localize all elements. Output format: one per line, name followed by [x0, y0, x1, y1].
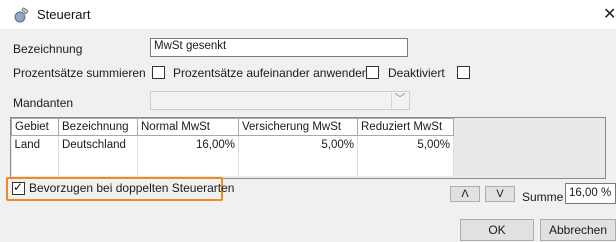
summe-field: 16,00 %: [565, 183, 616, 204]
chevron-down-icon[interactable]: ﹀: [391, 93, 408, 108]
close-icon[interactable]: ✕: [603, 4, 616, 24]
table-header-row: Gebiet Bezeichnung Normal MwSt Versicher…: [11, 118, 454, 136]
table-row-empty: [11, 153, 454, 176]
title-bar: Steuerart ✕: [0, 0, 616, 30]
cell-bezeichnung[interactable]: Deutschland: [58, 135, 138, 154]
deaktiviert-label: Deaktiviert: [388, 66, 445, 80]
aufeinander-label: Prozentsätze aufeinander anwenden: [173, 66, 369, 80]
mandanten-label: Mandanten: [13, 96, 74, 110]
ok-button[interactable]: OK: [460, 219, 534, 241]
prozentsaetze-summieren-label: Prozentsätze summieren: [13, 66, 146, 80]
summe-label: Summe: [522, 190, 564, 204]
cell-normal-mwst[interactable]: 16,00%: [137, 135, 239, 154]
move-down-button[interactable]: V: [485, 186, 515, 202]
cell-versicherung-mwst[interactable]: 5,00%: [238, 135, 358, 154]
window-title: Steuerart: [37, 7, 91, 22]
bezeichnung-label: Bezeichnung: [13, 42, 83, 56]
cell-gebiet[interactable]: Land: [11, 135, 59, 154]
column-header-bezeichnung[interactable]: Bezeichnung: [58, 118, 138, 136]
tax-wrench-icon: [14, 7, 29, 23]
column-header-versicherung-mwst[interactable]: Versicherung MwSt: [238, 118, 358, 136]
bezeichnung-input[interactable]: MwSt gesenkt: [150, 38, 408, 57]
column-header-reduziert-mwst[interactable]: Reduziert MwSt: [357, 118, 454, 136]
cancel-button[interactable]: Abbrechen: [540, 219, 616, 241]
aufeinander-checkbox[interactable]: [366, 66, 379, 79]
move-up-button[interactable]: Λ: [450, 186, 480, 202]
cell-reduziert-mwst[interactable]: 5,00%: [357, 135, 454, 154]
bevorzugen-checkbox[interactable]: [12, 180, 25, 195]
bevorzugen-label: Bevorzugen bei doppelten Steuerarten: [29, 181, 235, 195]
column-header-normal-mwst[interactable]: Normal MwSt: [137, 118, 239, 136]
prozentsaetze-summieren-checkbox[interactable]: [152, 66, 165, 79]
column-header-gebiet[interactable]: Gebiet: [11, 118, 59, 136]
tax-rate-table[interactable]: Gebiet Bezeichnung Normal MwSt Versicher…: [10, 117, 606, 179]
table-row[interactable]: Land Deutschland 16,00% 5,00% 5,00%: [11, 135, 454, 154]
mandanten-select[interactable]: ﹀: [150, 91, 410, 110]
deaktiviert-checkbox[interactable]: [457, 66, 470, 79]
